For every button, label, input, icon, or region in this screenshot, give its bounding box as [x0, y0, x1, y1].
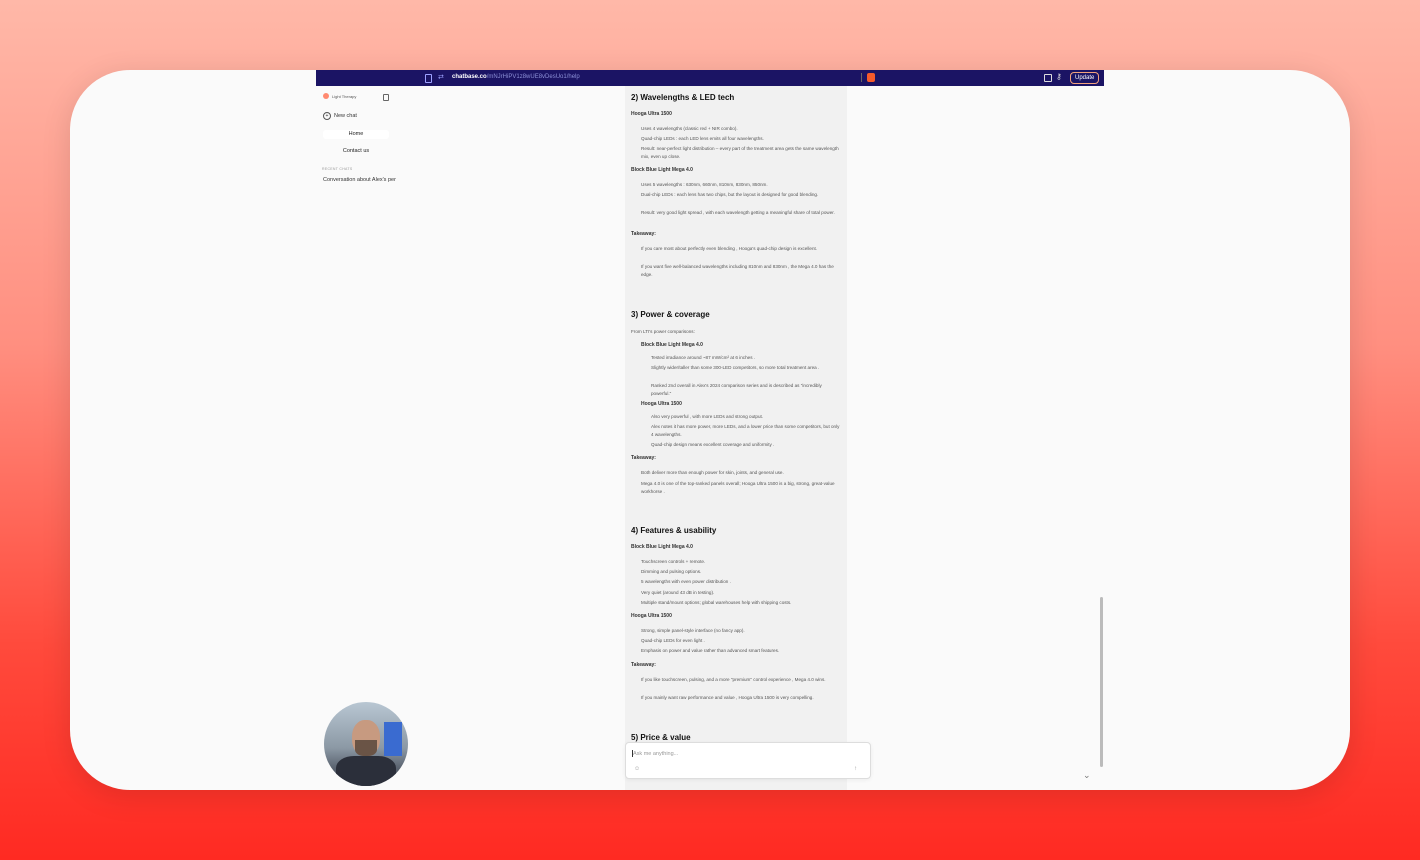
brand-logo[interactable]: Light Therapy [323, 93, 356, 99]
send-icon[interactable]: ↑ [854, 766, 857, 772]
toolbar-divider [861, 73, 862, 82]
update-button[interactable]: Update [1070, 72, 1100, 84]
section-title: 4) Features & usability [631, 526, 717, 535]
sidebar-item-contact[interactable]: Contact us [323, 148, 389, 154]
list-item: Tested irradiance around ~87 mW/cm² at 6… [651, 355, 756, 360]
address-bar[interactable]: chatbase.co/mNJrHiPV1z8wUE8vDesUo1/help [452, 74, 580, 80]
composer-placeholder[interactable]: Ask me anything... [633, 751, 678, 757]
list-item: Emphasis on power and value rather than … [641, 648, 780, 653]
list-item: Multiple stand/mount options; global war… [641, 600, 792, 605]
list-item: If you mainly want raw performance and v… [641, 695, 814, 700]
webcam-avatar [324, 702, 408, 786]
logo-mark [323, 93, 329, 99]
list-item: Mega 4.0 is one of the top-ranked panels… [641, 481, 835, 494]
tab-icon[interactable] [425, 74, 432, 83]
list-item: Result: near-perfect light distribution … [641, 146, 839, 159]
list-item: Uses 5 wavelengths : 630nm, 660nm, 810nm… [641, 182, 768, 187]
sidebar: Light Therapy + New chat Home Contact us… [316, 86, 456, 790]
list-item: Quad-chip LEDs : each LED lens emits all… [641, 136, 764, 141]
takeaway-heading: Takeaway: [631, 231, 656, 237]
list-item: Quad-chip LEDs for even light . [641, 638, 705, 643]
list-item: Very quiet (around 43 dB in testing). [641, 590, 715, 595]
product-heading: Block Blue Light Mega 4.0 [631, 167, 693, 173]
takeaway-heading: Takeaway: [631, 662, 656, 668]
list-item: If you like touchscreen, pulsing, and a … [641, 677, 826, 682]
product-heading: Block Blue Light Mega 4.0 [641, 342, 703, 348]
list-item: Result: very good light spread , with ea… [641, 210, 835, 215]
emoji-icon[interactable]: ☺ [634, 766, 640, 772]
section-title: 5) Price & value [631, 733, 691, 742]
collapse-icon[interactable] [383, 94, 389, 101]
tune-icon[interactable]: ⇄ [438, 73, 444, 81]
list-item: Ranked 2nd overall in Alex's 2024 compar… [651, 383, 822, 396]
list-item: Alex notes it has more power, more LEDs,… [651, 424, 840, 437]
product-heading: Hooga Ultra 1500 [631, 111, 672, 117]
avatar-beard [355, 740, 377, 756]
list-item: Uses 4 wavelengths (classic red + NIR co… [641, 126, 738, 131]
scrollbar[interactable] [1100, 597, 1103, 767]
list-item: Touchscreen controls + remote. [641, 559, 706, 564]
plus-circle-icon: + [323, 112, 331, 120]
takeaway-heading: Takeaway: [631, 455, 656, 461]
product-heading: Hooga Ultra 1500 [641, 401, 682, 407]
paragraph: From LTI's power comparisons: [631, 329, 695, 334]
chat-content: 2) Wavelengths & LED tech Hooga Ultra 15… [625, 86, 847, 790]
app-window: ⇄ chatbase.co/mNJrHiPV1z8wUE8vDesUo1/hel… [70, 70, 1350, 790]
list-item: Both deliver more than enough power for … [641, 470, 784, 475]
new-chat-button[interactable]: + New chat [323, 112, 357, 120]
url-path: /mNJrHiPV1z8wUE8vDesUo1/help [486, 74, 580, 80]
chat-composer[interactable]: Ask me anything... ☺ ↑ [625, 742, 871, 779]
list-item: 5 wavelengths with even power distributi… [641, 579, 731, 584]
chevron-down-icon[interactable]: ⌄ [1083, 770, 1091, 781]
list-item: If you care most about perfectly even bl… [641, 246, 818, 251]
url-host: chatbase.co [452, 74, 487, 80]
new-chat-label: New chat [334, 113, 357, 119]
brave-icon[interactable] [867, 73, 875, 82]
list-item: Dimming and pulsing options. [641, 569, 702, 574]
browser-toolbar: ⇄ chatbase.co/mNJrHiPV1z8wUE8vDesUo1/hel… [316, 70, 1104, 86]
list-item: Dual-chip LEDs : each lens has two chips… [641, 192, 819, 197]
key-icon[interactable]: ⚷ [1056, 72, 1062, 81]
list-item: Also very powerful , with more LEDs and … [651, 414, 764, 419]
sidebar-toggle-icon[interactable] [1044, 74, 1052, 82]
background-panel [384, 722, 402, 756]
sidebar-item-home[interactable]: Home [323, 130, 389, 139]
list-item: Quad-chip design means excellent coverag… [651, 442, 775, 447]
list-item: Slightly wider/taller than some 300-LED … [651, 365, 820, 370]
avatar-body [336, 756, 396, 786]
recent-chat-item[interactable]: Conversation about Alex's per [323, 177, 396, 183]
product-heading: Hooga Ultra 1500 [631, 613, 672, 619]
section-title: 2) Wavelengths & LED tech [631, 93, 735, 102]
brand-name: Light Therapy [332, 93, 357, 99]
product-heading: Block Blue Light Mega 4.0 [631, 544, 693, 550]
list-item: Strong, simple panel-style interface (no… [641, 628, 745, 633]
list-item: If you want five well-balanced wavelengt… [641, 264, 834, 277]
recent-chats-heading: RECENT CHATS [322, 167, 353, 171]
section-title: 3) Power & coverage [631, 310, 710, 319]
